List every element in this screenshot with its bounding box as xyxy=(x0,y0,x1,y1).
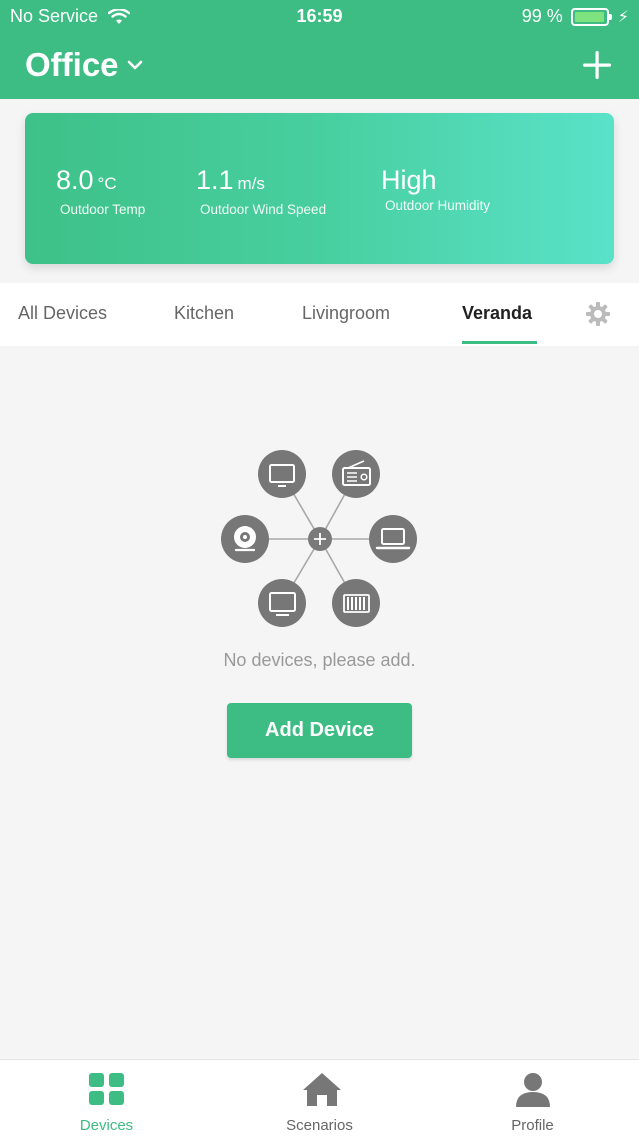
add-device-button[interactable]: Add Device xyxy=(227,703,412,758)
grid-icon xyxy=(89,1073,124,1105)
webcam-icon xyxy=(221,515,269,563)
tab-kitchen[interactable]: Kitchen xyxy=(174,303,234,324)
tab-veranda[interactable]: Veranda xyxy=(462,303,532,324)
outdoor-temp-unit: °C xyxy=(97,174,117,193)
nav-scenarios[interactable]: Scenarios xyxy=(213,1060,426,1136)
tab-livingroom[interactable]: Livingroom xyxy=(302,303,390,324)
room-tabs: All Devices Kitchen Livingroom Veranda xyxy=(0,283,639,346)
outdoor-wind-label: Outdoor Wind Speed xyxy=(200,202,327,217)
radio-icon xyxy=(332,450,380,498)
nav-profile[interactable]: Profile xyxy=(426,1060,639,1136)
nav-devices[interactable]: Devices xyxy=(0,1060,213,1136)
header: No Service 16:59 99 % ⚡ Office xyxy=(0,0,639,99)
status-bar: No Service 16:59 99 % ⚡ xyxy=(0,0,639,34)
home-title: Office xyxy=(25,46,119,83)
empty-state-message: No devices, please add. xyxy=(223,650,416,670)
outdoor-humidity: High Outdoor Humidity xyxy=(381,165,490,213)
active-tab-indicator xyxy=(462,341,537,344)
laptop-icon xyxy=(369,515,417,563)
empty-devices-illustration xyxy=(221,450,417,627)
gear-icon[interactable] xyxy=(585,301,611,327)
outdoor-humidity-label: Outdoor Humidity xyxy=(385,198,491,213)
outdoor-temp-label: Outdoor Temp xyxy=(60,202,146,217)
home-selector[interactable]: Office xyxy=(25,46,143,84)
chevron-down-icon xyxy=(127,60,142,70)
monitor-icon xyxy=(258,579,306,627)
battery-icon xyxy=(570,7,612,26)
nav-profile-label: Profile xyxy=(511,1117,554,1134)
nav-devices-label: Devices xyxy=(79,1117,134,1134)
heater-icon xyxy=(332,579,380,627)
outdoor-temp: 8.0 °C Outdoor Temp xyxy=(56,165,145,217)
charging-icon: ⚡ xyxy=(617,8,629,26)
tab-all-devices[interactable]: All Devices xyxy=(18,303,107,324)
hub-plus-icon xyxy=(308,527,332,551)
person-icon xyxy=(516,1073,550,1107)
battery-percent: 99 % xyxy=(521,6,563,26)
plus-icon[interactable] xyxy=(580,48,614,82)
outdoor-humidity-value: High xyxy=(381,165,437,195)
outdoor-wind-speed: 1.1 m/s Outdoor Wind Speed xyxy=(196,165,326,217)
battery-level xyxy=(574,11,605,22)
home-icon xyxy=(303,1073,341,1106)
tv-icon xyxy=(258,450,306,498)
outdoor-wind-unit: m/s xyxy=(237,174,265,193)
weather-card: 8.0 °C Outdoor Temp 1.1 m/s Outdoor Wind S… xyxy=(25,113,614,264)
nav-scenarios-label: Scenarios xyxy=(286,1117,353,1134)
bottom-tab-bar: Devices Scenarios Profile xyxy=(0,1059,639,1136)
outdoor-temp-value: 8.0 xyxy=(56,165,94,195)
outdoor-wind-value: 1.1 xyxy=(196,165,234,195)
